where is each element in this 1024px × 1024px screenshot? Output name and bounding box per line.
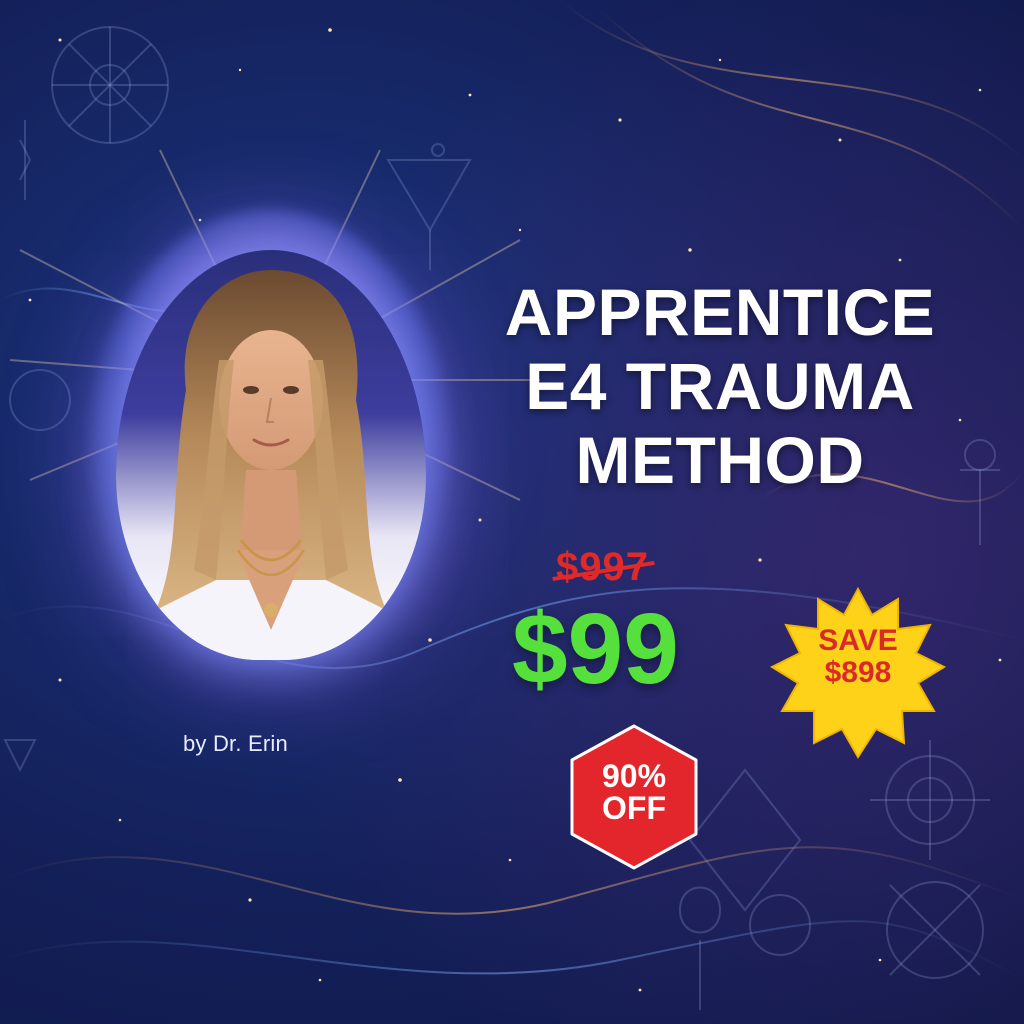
save-badge-line-1: SAVE <box>818 624 898 657</box>
discount-badge-line-1: 90% <box>601 758 667 794</box>
sale-price: $99 <box>512 593 679 705</box>
author-portrait-frame <box>70 170 470 710</box>
promo-canvas: by Dr. Erin APPRENTICE E4 TRAUMA METHOD … <box>0 0 1024 1024</box>
save-badge-line-2: $898 <box>824 656 892 689</box>
title-line-2: E4 TRAUMA <box>525 349 915 423</box>
discount-badge: 90% OFF <box>566 722 702 872</box>
discount-badge-line-2: OFF <box>602 790 666 826</box>
course-title: APPRENTICE E4 TRAUMA METHOD <box>470 275 970 497</box>
save-badge: SAVE $898 <box>768 585 948 765</box>
title-line-1: APPRENTICE <box>504 275 936 349</box>
title-line-3: METHOD <box>575 423 865 497</box>
author-byline: by Dr. Erin <box>183 731 288 756</box>
original-price: $997 <box>556 545 649 589</box>
